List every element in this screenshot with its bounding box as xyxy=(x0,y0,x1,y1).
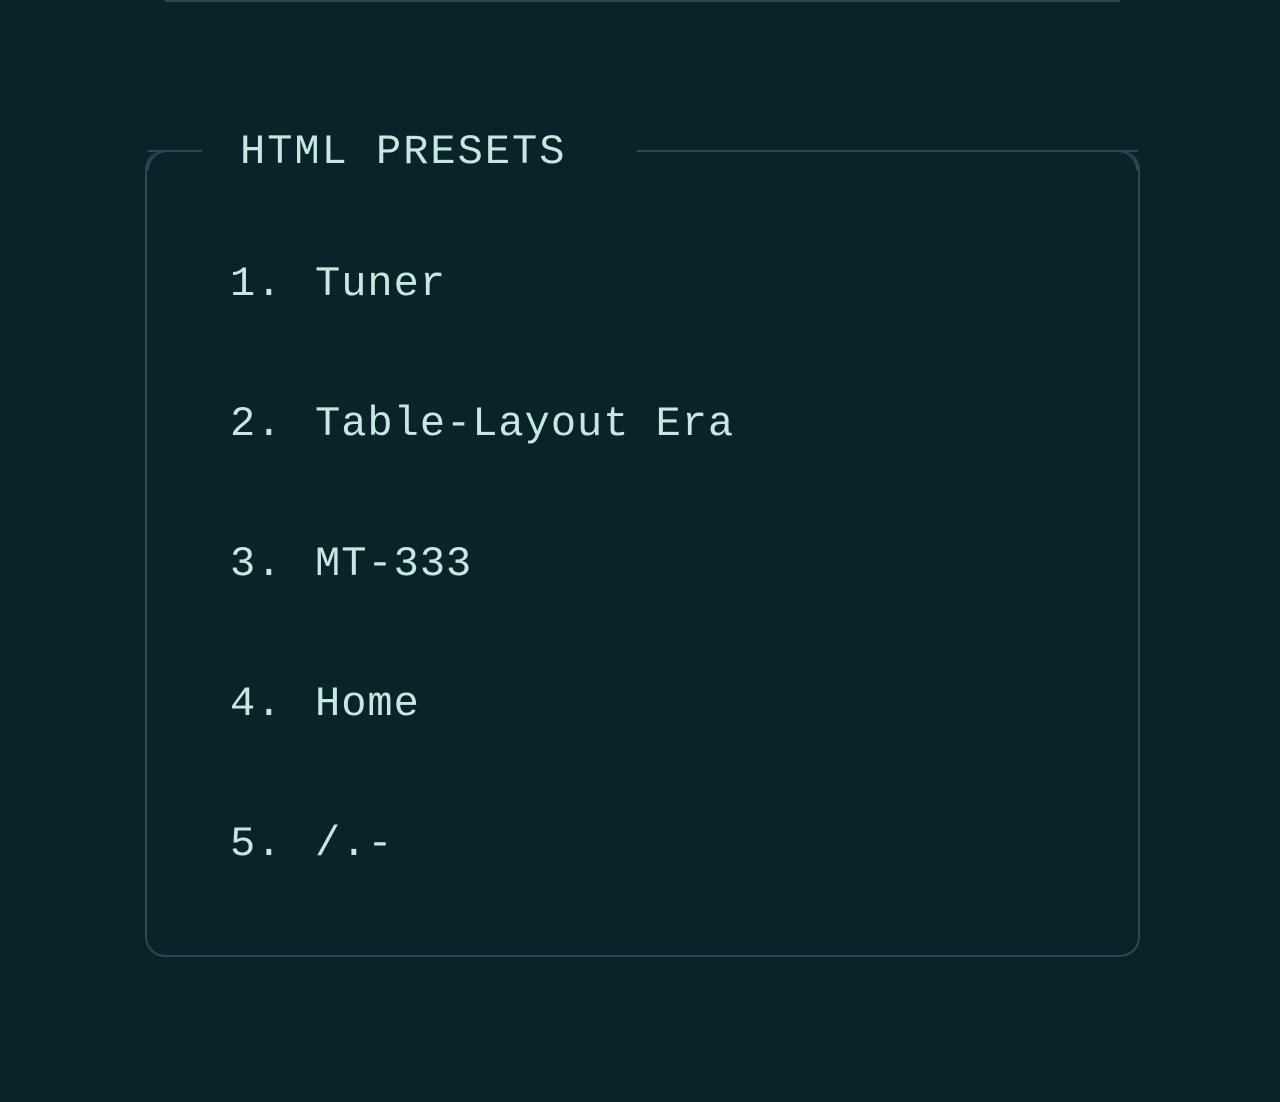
preset-number: 5. xyxy=(230,820,315,868)
presets-list: 1. Tuner 2. Table-Layout Era 3. MT-333 4… xyxy=(230,260,1100,868)
top-divider xyxy=(165,0,1120,2)
preset-number: 4. xyxy=(230,680,315,728)
preset-number: 2. xyxy=(230,400,315,448)
corner-top-left xyxy=(147,150,167,170)
preset-label: Tuner xyxy=(315,260,446,308)
corner-top-right xyxy=(1118,150,1138,170)
preset-number: 1. xyxy=(230,260,315,308)
preset-number: 3. xyxy=(230,540,315,588)
preset-item-2[interactable]: 2. Table-Layout Era xyxy=(230,400,1100,448)
panel-title: HTML PRESETS xyxy=(230,128,576,176)
preset-label: Home xyxy=(315,680,420,728)
preset-item-5[interactable]: 5. /.- xyxy=(230,820,1100,868)
preset-item-1[interactable]: 1. Tuner xyxy=(230,260,1100,308)
preset-label: MT-333 xyxy=(315,540,472,588)
preset-label: Table-Layout Era xyxy=(315,400,734,448)
preset-item-3[interactable]: 3. MT-333 xyxy=(230,540,1100,588)
preset-label: /.- xyxy=(315,820,394,868)
presets-panel: HTML PRESETS 1. Tuner 2. Table-Layout Er… xyxy=(145,150,1140,957)
preset-item-4[interactable]: 4. Home xyxy=(230,680,1100,728)
